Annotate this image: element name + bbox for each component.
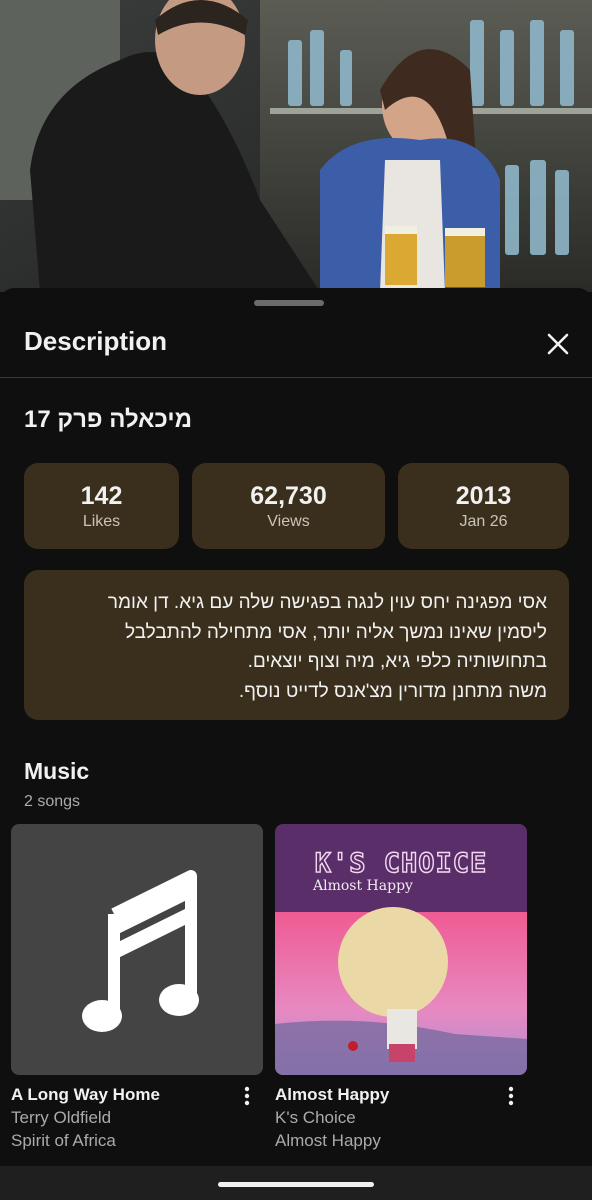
song-artist: K's Choice <box>275 1108 356 1127</box>
video-title: מיכאלה פרק 17 <box>24 406 193 433</box>
description-line: ליסמין שאינו נמשך אליה יותר, אסי מתחילה … <box>124 621 547 643</box>
drag-handle[interactable] <box>254 300 324 306</box>
views-stat: 62,730 Views <box>192 463 385 549</box>
song-album: Spirit of Africa <box>11 1131 116 1150</box>
more-vert-icon <box>244 1086 250 1106</box>
description-line: אסי מפגינה יחס עוין לנגה בפגישה שלה עם ג… <box>107 592 547 613</box>
home-indicator[interactable] <box>218 1182 374 1187</box>
music-note-icon <box>82 870 199 1032</box>
date-stat: 2013 Jan 26 <box>398 463 569 549</box>
sheet-title: Description <box>24 326 168 356</box>
description-sheet: Description מיכאלה פרק 17 142 Likes 62,7… <box>0 288 592 1200</box>
song-title: Almost Happy <box>275 1085 390 1104</box>
likes-label: Likes <box>82 513 121 530</box>
description-box[interactable]: אסי מפגינה יחס עוין לנגה בפגישה שלה עם ג… <box>24 570 569 720</box>
song-artwork[interactable] <box>11 824 263 1075</box>
publish-date: Jan 26 <box>459 513 508 530</box>
description-line: משה מתחנן מדורין מצ'אנס לדייט נוסף. <box>238 680 547 702</box>
album-title-text: Almost Happy <box>313 878 413 894</box>
publish-year: 2013 <box>455 482 512 510</box>
video-frame-image <box>0 0 592 292</box>
song-artwork[interactable]: K'S CHOICE Almost Happy <box>275 824 527 1075</box>
song-card[interactable]: K'S CHOICE Almost Happy Almost Happy K's… <box>275 824 527 1150</box>
more-options-button[interactable] <box>499 1082 523 1110</box>
video-player[interactable] <box>0 0 592 292</box>
song-card[interactable]: A Long Way Home Terry Oldfield Spirit of… <box>11 824 263 1150</box>
song-album: Almost Happy <box>275 1131 381 1150</box>
music-heading: Music <box>24 758 90 784</box>
likes-count: 142 <box>80 482 123 510</box>
views-label: Views <box>267 513 310 530</box>
header-divider <box>0 377 592 378</box>
system-navigation-bar <box>0 1166 592 1200</box>
more-vert-icon <box>508 1086 514 1106</box>
views-count: 62,730 <box>250 482 327 510</box>
close-button[interactable] <box>538 324 578 364</box>
music-count: 2 songs <box>24 793 81 810</box>
video-title-row: מיכאלה פרק 17 <box>0 406 592 434</box>
likes-stat: 142 Likes <box>24 463 179 549</box>
song-artist: Terry Oldfield <box>11 1108 112 1127</box>
description-line: בתחושותיה כלפי גיא, מיה וצוף יוצאים. <box>247 651 547 672</box>
close-icon <box>547 333 569 355</box>
song-title: A Long Way Home <box>11 1085 160 1104</box>
album-band-text: K'S CHOICE <box>314 847 488 879</box>
more-options-button[interactable] <box>235 1082 259 1110</box>
